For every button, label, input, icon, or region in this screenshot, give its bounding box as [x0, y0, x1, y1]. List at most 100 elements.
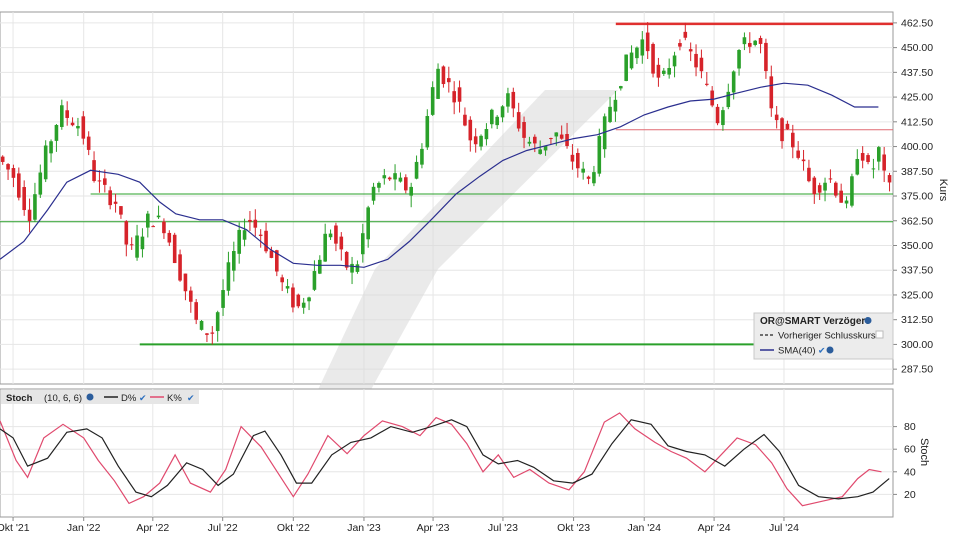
candle-body — [0, 156, 5, 162]
stoch-plot-area — [0, 388, 894, 518]
candle-body — [807, 167, 811, 182]
price-tick-label: 412.50 — [901, 116, 933, 128]
stoch-legend: Stoch (10, 6, 6) D% ✔ K% ✔ — [1, 390, 199, 404]
x-tick-label: Apr '24 — [698, 522, 731, 534]
candle-body — [645, 32, 650, 52]
candle-body — [269, 250, 274, 258]
price-tick-label: 350.00 — [901, 240, 933, 252]
candle-body — [205, 333, 209, 335]
candle-body — [817, 185, 822, 193]
candle-body — [350, 263, 354, 273]
candle-body — [516, 112, 521, 129]
candle-body — [490, 109, 494, 125]
candle-body — [60, 105, 64, 127]
price-tick-label: 287.50 — [901, 364, 933, 376]
candle-body — [742, 37, 747, 45]
stoch-title: Stoch — [6, 393, 33, 404]
legend-item-2-gear-icon[interactable] — [826, 346, 834, 354]
candle-body — [704, 83, 709, 85]
candle-body — [656, 64, 661, 78]
candle-body — [103, 178, 107, 185]
candle-body — [785, 123, 790, 130]
candle-body — [699, 57, 704, 72]
candle-body — [194, 302, 198, 320]
price-tick-label: 325.00 — [901, 289, 933, 301]
candle-body — [65, 110, 69, 118]
price-legend: OR@SMART Verzögert Vorheriger Schlusskur… — [753, 312, 894, 360]
candle-body — [221, 290, 225, 308]
candle-body — [210, 332, 215, 334]
stoch-k-label: K% — [167, 393, 182, 404]
x-tick-label: Jul '24 — [769, 522, 799, 534]
candle-body — [554, 132, 559, 137]
candle-body — [683, 31, 688, 38]
price-tick-label: 312.50 — [901, 314, 933, 326]
candle-body — [371, 186, 376, 201]
stoch-panel: 20 40 60 80 Stoch Stoch (10, 6, 6) D% ✔ K% … — [0, 388, 930, 518]
candle-body — [17, 173, 21, 198]
candle-body — [667, 67, 671, 75]
candle-body — [527, 141, 532, 144]
candle-body — [828, 178, 833, 180]
stoch-k-check-icon[interactable]: ✔ — [187, 393, 195, 403]
candle-body — [747, 42, 752, 47]
legend-item-1-checkbox[interactable] — [875, 330, 884, 339]
candle-body — [737, 50, 741, 69]
candle-body — [860, 153, 865, 161]
candle-body — [361, 233, 365, 255]
candle-body — [420, 148, 424, 165]
candle-body — [581, 168, 585, 173]
candle-body — [301, 302, 306, 308]
candle-body — [398, 177, 403, 182]
candle-body — [661, 70, 666, 74]
candle-body — [866, 155, 870, 163]
candle-body — [172, 234, 177, 264]
price-tick-label: 425.00 — [901, 92, 933, 104]
candle-body — [86, 136, 91, 150]
x-tick-label: Jul '23 — [488, 522, 518, 534]
stoch-gear-icon[interactable] — [86, 393, 94, 401]
legend-item-2-check-icon[interactable]: ✔ — [818, 346, 826, 356]
x-tick-label: Jan '24 — [627, 522, 661, 534]
candle-body — [409, 186, 413, 196]
candle-body — [318, 259, 322, 274]
candle-body — [81, 116, 86, 139]
stock-chart: 287.50 300.00 312.50 325.00 337.50 350.00 362.… — [0, 11, 949, 534]
candle-body — [162, 221, 166, 234]
x-tick-label: Okt '23 — [557, 522, 590, 534]
candle-body — [167, 232, 172, 243]
x-tick-label: Jul '22 — [208, 522, 238, 534]
candle-body — [183, 273, 188, 292]
candle-body — [264, 230, 268, 252]
candle-body — [377, 182, 381, 188]
legend-title-gear-icon[interactable] — [864, 317, 872, 324]
candle-body — [651, 43, 655, 74]
candle-body — [296, 294, 301, 307]
candle-body — [146, 213, 150, 228]
candle-body — [452, 91, 456, 103]
candle-body — [457, 87, 462, 102]
candle-body — [27, 209, 32, 221]
candle-body — [189, 290, 193, 302]
stoch-tick-label: 60 — [904, 444, 916, 456]
candle-body — [812, 177, 817, 195]
candle-body — [393, 173, 397, 180]
candle-body — [70, 122, 75, 126]
candle-body — [76, 125, 80, 129]
candle-body — [312, 271, 317, 290]
candle-body — [769, 76, 774, 109]
candle-body — [635, 47, 639, 59]
candle-body — [479, 135, 483, 147]
candle-body — [731, 71, 736, 93]
candle-body — [876, 147, 881, 162]
candle-body — [6, 164, 10, 170]
candle-body — [619, 86, 623, 89]
candle-body — [366, 207, 370, 240]
price-y-axis-label: Kurs — [937, 179, 949, 202]
price-y-ticks: 287.50 300.00 312.50 325.00 337.50 350.00 362.… — [893, 17, 933, 376]
candle-body — [463, 114, 467, 126]
candle-body — [796, 150, 800, 158]
stoch-d-check-icon[interactable]: ✔ — [139, 393, 147, 403]
candle-body — [726, 91, 731, 108]
candle-body — [382, 175, 387, 179]
